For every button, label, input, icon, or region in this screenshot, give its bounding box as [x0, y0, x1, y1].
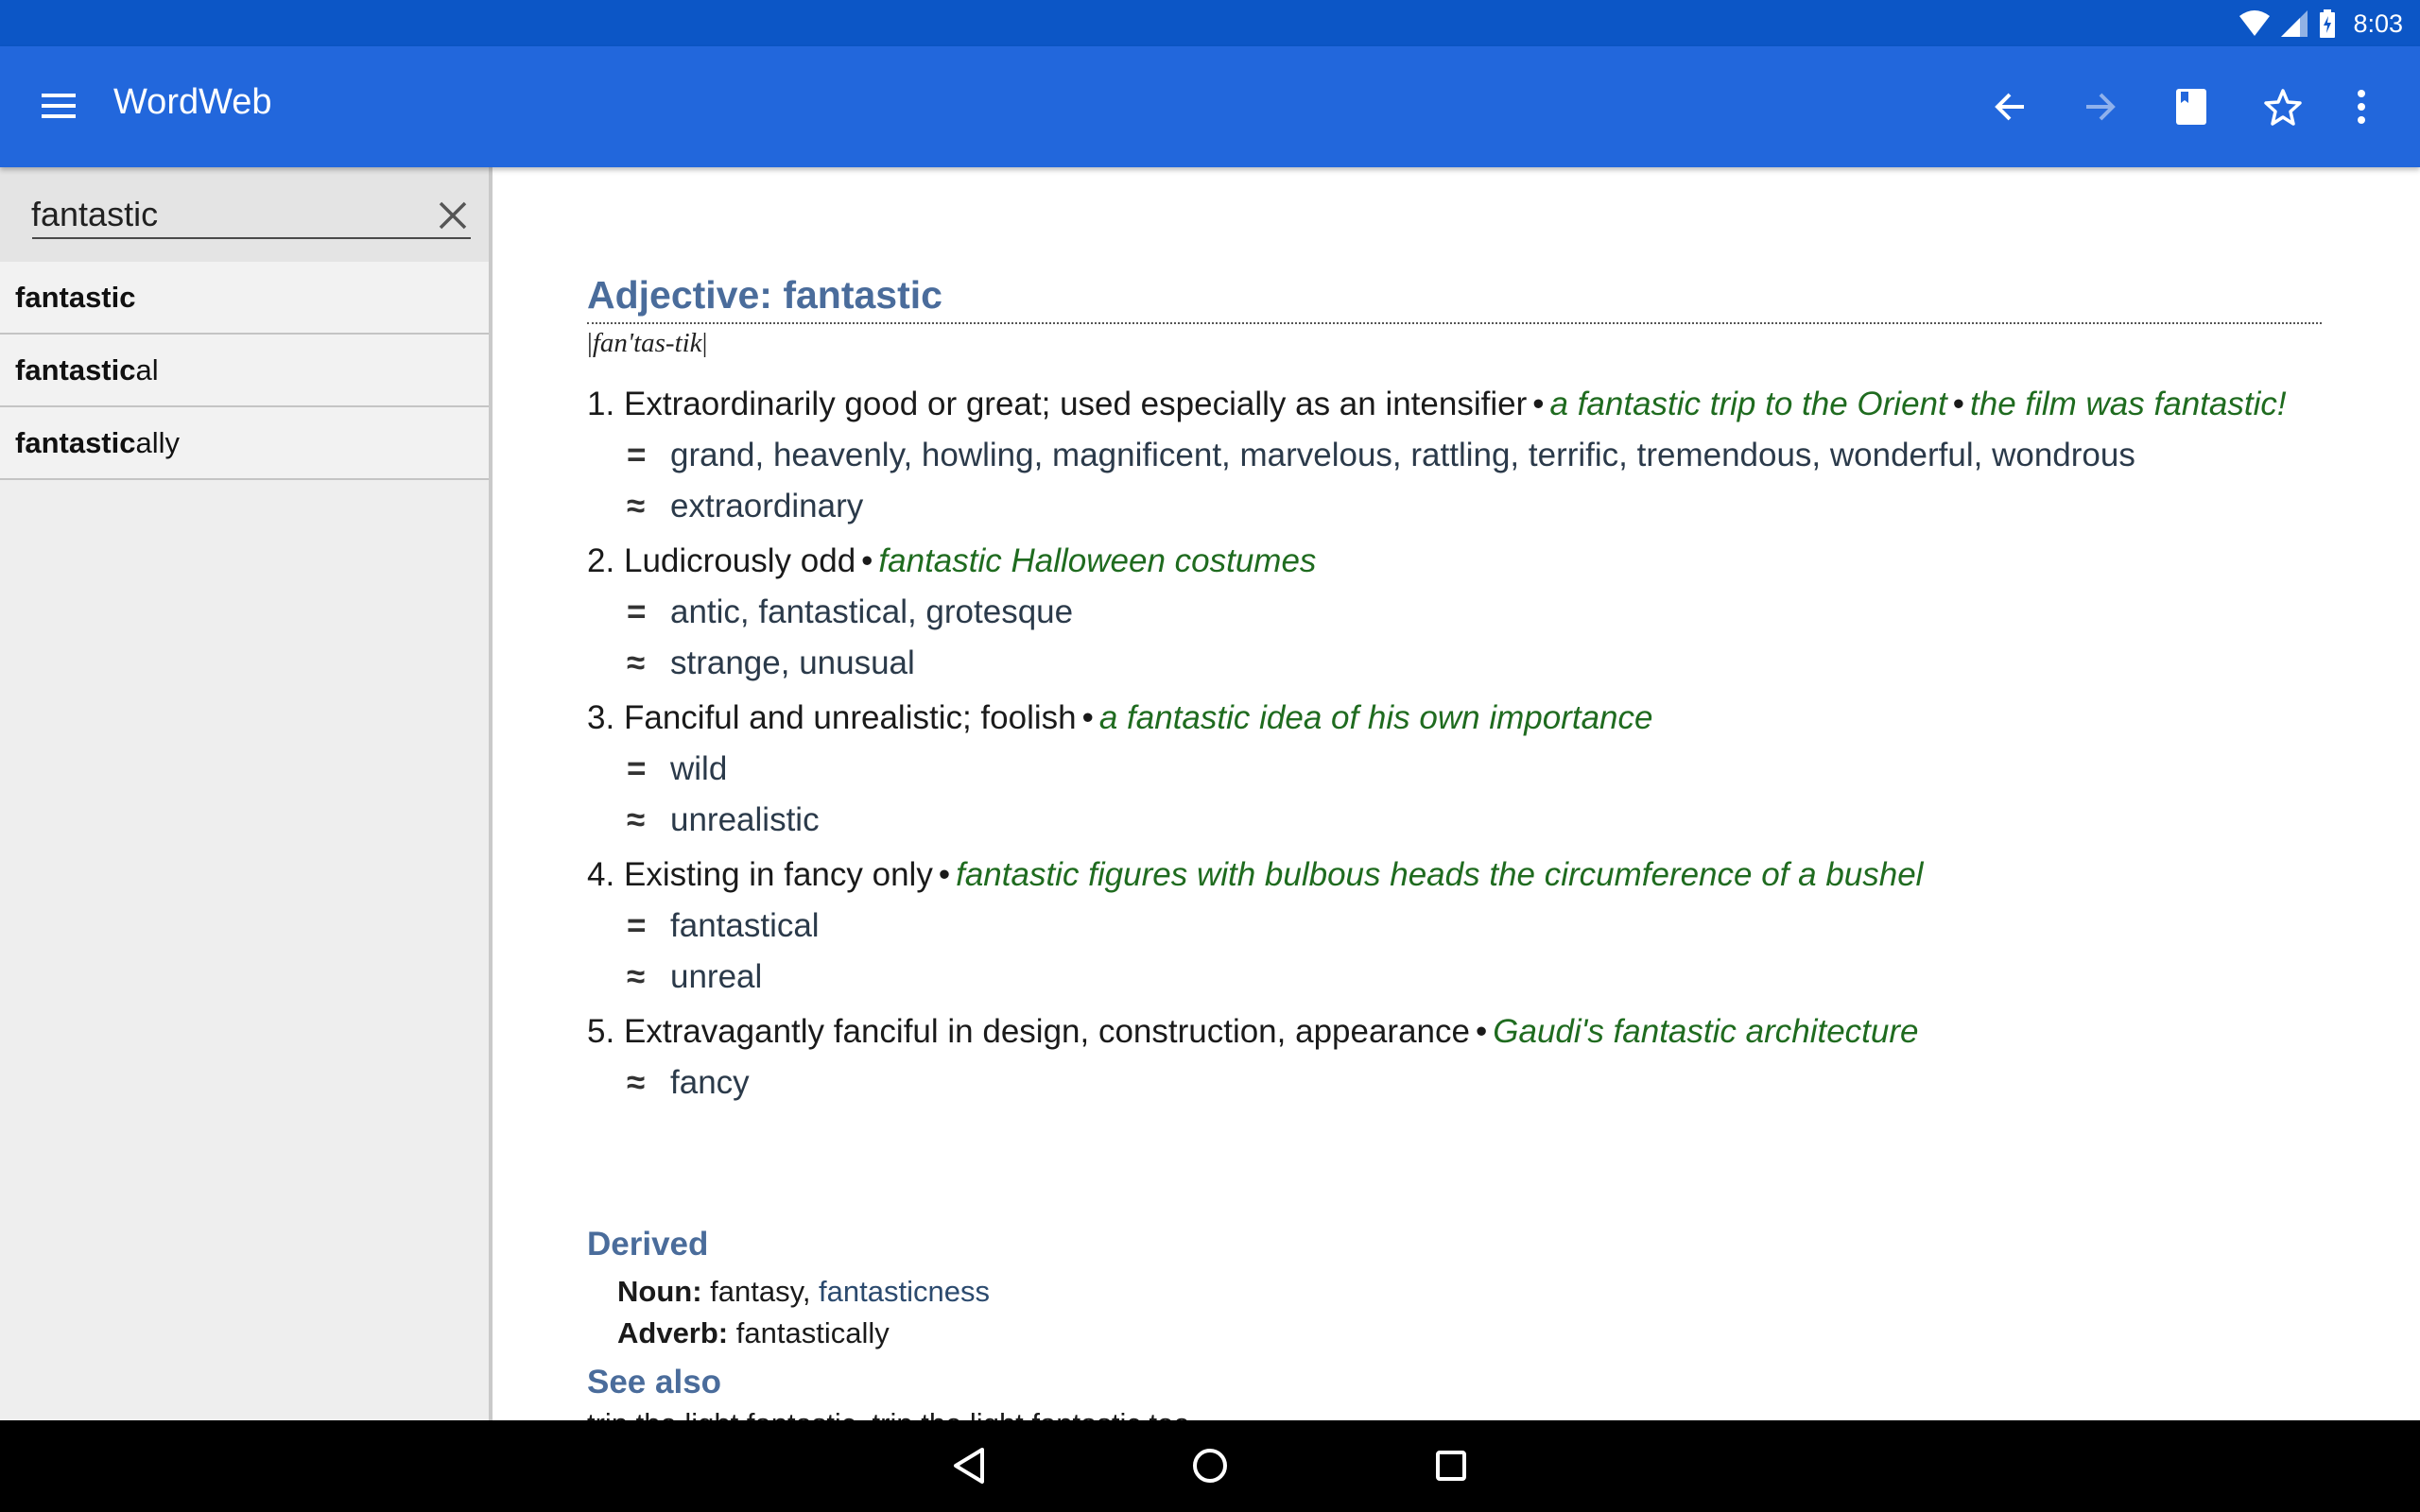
book-icon[interactable] — [2163, 78, 2220, 135]
back-triangle-icon[interactable] — [942, 1439, 995, 1492]
sense-item: 2. Ludicrously odd • fantastic Halloween co… — [587, 542, 1317, 683]
similar-list[interactable]: unrealistic — [670, 800, 820, 840]
system-nav-bar — [0, 1420, 2420, 1512]
synonym-list[interactable]: fantastical — [670, 906, 820, 946]
word-list-panel: fantastic fantastical fantastically — [0, 167, 493, 1420]
similar-list[interactable]: unreal — [670, 957, 762, 997]
list-item[interactable]: fantastic ally — [0, 407, 489, 480]
derived-adverb-row: Adverb: fantastically — [617, 1316, 890, 1350]
sense-number: 2. — [587, 542, 615, 579]
pronunciation-text: fan'tas-tik — [592, 328, 702, 358]
part-of-speech-heading: Adjective: fantastic — [587, 273, 942, 317]
heading-divider — [587, 322, 2322, 324]
sense-example[interactable]: the film was fantastic! — [1970, 386, 2287, 422]
similar-marker: ≈ — [627, 801, 646, 838]
more-vert-icon[interactable] — [2333, 78, 2390, 135]
sense-list: 1. Extraordinarily good or great; used es… — [587, 385, 2326, 1118]
similar-marker: ≈ — [627, 488, 646, 524]
forward-arrow-icon[interactable] — [2072, 78, 2129, 135]
list-item[interactable]: fantastic al — [0, 335, 489, 407]
suggestion-match: fantastic — [15, 425, 136, 459]
pronunciation: |fan'tas-tik| — [587, 328, 708, 358]
derived-noun-label: Noun: — [617, 1275, 702, 1308]
status-bar: 8:03 — [0, 0, 2420, 46]
sense-definition[interactable]: Extraordinarily good or great; used espe… — [624, 386, 1527, 422]
sense-example[interactable]: a fantastic trip to the Orient — [1550, 386, 1947, 422]
derived-adverb-word[interactable]: fantastically — [736, 1316, 890, 1349]
derived-noun-row: Noun: fantasy, fantasticness — [617, 1275, 990, 1308]
similar-list[interactable]: strange, unusual — [670, 644, 915, 683]
battery-charging-icon — [2320, 9, 2336, 38]
similar-marker: ≈ — [627, 644, 646, 681]
suggestion-rest: ally — [135, 425, 180, 459]
home-circle-icon[interactable] — [1184, 1439, 1236, 1492]
recents-square-icon[interactable] — [1425, 1439, 1478, 1492]
sense-example[interactable]: fantastic figures with bulbous heads the… — [956, 856, 1923, 893]
star-icon[interactable] — [2255, 78, 2311, 135]
close-icon[interactable] — [431, 194, 475, 237]
sense-item: 1. Extraordinarily good or great; used es… — [587, 386, 2287, 526]
suggestion-match: fantastic — [15, 280, 136, 314]
sense-number: 4. — [587, 856, 615, 893]
sense-definition[interactable]: Ludicrously odd — [624, 542, 856, 579]
synonym-marker: = — [627, 593, 647, 630]
sense-item: 5. Extravagantly fanciful in design, cons… — [587, 1013, 1919, 1103]
cell-signal-icon — [2281, 10, 2308, 37]
synonym-marker: = — [627, 907, 647, 944]
derived-adverb-label: Adverb: — [617, 1316, 729, 1349]
sense-number: 5. — [587, 1013, 615, 1050]
sense-definition[interactable]: Existing in fancy only — [624, 856, 933, 893]
synonym-list[interactable]: wild — [670, 749, 727, 789]
list-item[interactable]: fantastic — [0, 262, 489, 335]
see-also-text[interactable]: trip the light fantastic, trip the light… — [587, 1407, 1190, 1420]
see-also-heading: See also — [587, 1364, 722, 1400]
synonym-list[interactable]: grand, heavenly, howling, magnificent, m… — [670, 436, 2135, 475]
sense-definition[interactable]: Fanciful and unrealistic; foolish — [624, 699, 1077, 736]
similar-marker: ≈ — [627, 958, 646, 995]
similar-marker: ≈ — [627, 1064, 646, 1101]
synonym-list[interactable]: antic, fantastical, grotesque — [670, 593, 1073, 632]
back-arrow-icon[interactable] — [1981, 78, 2038, 135]
derived-heading: Derived — [587, 1226, 709, 1263]
derived-noun-word[interactable]: fantasticness — [819, 1275, 990, 1308]
sense-example[interactable]: a fantastic idea of his own importance — [1099, 699, 1653, 736]
similar-list[interactable]: extraordinary — [670, 487, 863, 526]
search-input[interactable] — [31, 190, 428, 239]
menu-icon[interactable] — [38, 88, 81, 126]
similar-list[interactable]: fancy — [670, 1063, 750, 1103]
sense-definition[interactable]: Extravagantly fanciful in design, constr… — [624, 1013, 1470, 1050]
app-title: WordWeb — [113, 82, 272, 122]
sense-example[interactable]: fantastic Halloween costumes — [878, 542, 1316, 579]
synonym-marker: = — [627, 437, 647, 473]
suggestion-list: fantastic fantastic al fantastic ally — [0, 262, 489, 480]
definition-pane: Adjective: fantastic |fan'tas-tik| 1. Ext… — [496, 167, 2420, 1420]
sense-number: 3. — [587, 699, 615, 736]
app-bar: WordWeb — [0, 46, 2420, 167]
wifi-icon — [2239, 10, 2271, 36]
sense-item: 4. Existing in fancy only • fantastic figur… — [587, 856, 1924, 997]
synonym-marker: = — [627, 750, 647, 787]
sense-item: 3. Fanciful and unrealistic; foolish • a fa… — [587, 699, 1653, 840]
search-bar — [0, 167, 489, 262]
search-underline — [32, 237, 471, 239]
suggestion-rest: al — [135, 352, 159, 387]
derived-noun-word[interactable]: fantasy — [710, 1275, 803, 1308]
sense-example[interactable]: Gaudi's fantastic architecture — [1493, 1013, 1918, 1050]
sense-number: 1. — [587, 386, 615, 422]
status-time: 8:03 — [2353, 9, 2403, 38]
suggestion-match: fantastic — [15, 352, 136, 387]
